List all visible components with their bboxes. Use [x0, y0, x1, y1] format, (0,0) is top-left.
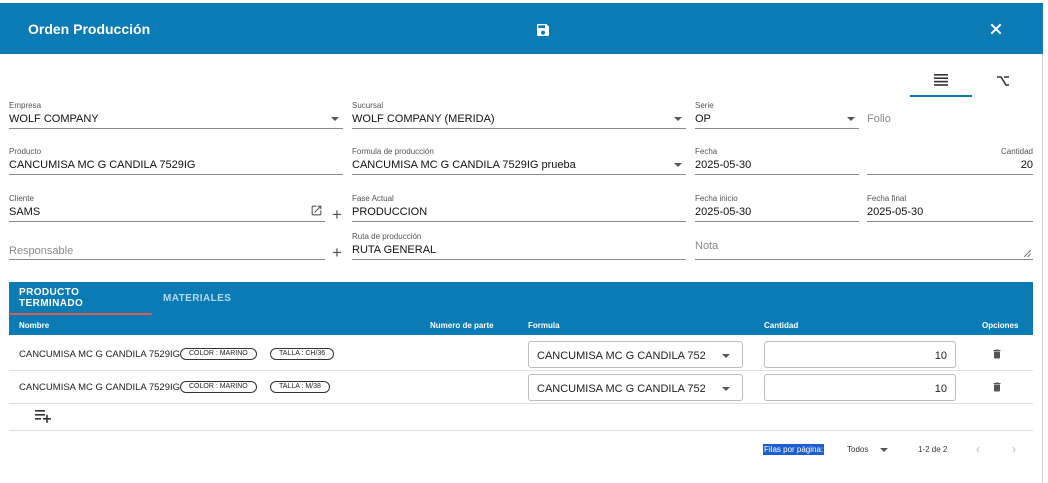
formula-select[interactable]: Formula de producción CANCUMISA MC G CAN…	[352, 147, 686, 181]
serie-select[interactable]: Serie OP	[695, 101, 859, 135]
chevron-down-icon[interactable]	[674, 117, 682, 121]
chevron-down-icon[interactable]	[722, 354, 730, 358]
variant-chip: TALLA : CH/36	[270, 348, 335, 360]
producto-label: Producto	[9, 147, 42, 156]
branch-icon	[997, 76, 1009, 86]
row-formula-value: CANCUMISA MC G CANDILA 7529IG prueba	[537, 383, 705, 395]
cliente-label: Cliente	[9, 194, 34, 203]
nota-field[interactable]: Nota	[695, 232, 1033, 266]
col-formula: Formula	[528, 321, 560, 330]
dialog-title: Orden Producción	[28, 21, 151, 37]
save-icon[interactable]	[535, 22, 551, 38]
add-cliente-icon[interactable]: +	[332, 206, 342, 223]
col-numero-parte: Numero de parte	[430, 321, 494, 330]
serie-label: Serie	[695, 101, 714, 110]
fase-value: PRODUCCION	[352, 206, 428, 218]
cantidad-field[interactable]: Cantidad 20	[867, 147, 1033, 181]
row-cantidad-input[interactable]: 10	[764, 374, 956, 401]
chevron-down-icon[interactable]	[674, 163, 682, 167]
fecha-value: 2025-05-30	[695, 159, 752, 171]
tab-materiales[interactable]: MATERIALES	[153, 282, 241, 315]
production-order-dialog: Orden Producción Empresa WOLF COMPANY Su…	[0, 3, 1043, 483]
empresa-value: WOLF COMPANY	[9, 113, 99, 125]
trash-icon[interactable]	[991, 347, 1003, 361]
variant-chip: COLOR : MARINO	[180, 381, 257, 393]
prev-page-button[interactable]: ‹	[976, 442, 980, 456]
serie-value: OP	[695, 113, 711, 125]
table-row: CANCUMISA MC G CANDILA 7529IG COLOR : MA…	[9, 371, 1033, 404]
chevron-down-icon[interactable]	[880, 448, 888, 452]
table-row: CANCUMISA MC G CANDILA 7529IG COLOR : MA…	[9, 338, 1033, 371]
col-opciones: Opciones	[982, 321, 1019, 330]
fecha-final-value: 2025-05-30	[867, 206, 924, 218]
sucursal-select[interactable]: Sucursal WOLF COMPANY (MERIDA)	[352, 101, 686, 135]
row-product-name: CANCUMISA MC G CANDILA 7529IG	[19, 349, 181, 360]
add-responsable-icon[interactable]: +	[332, 244, 342, 261]
formula-value: CANCUMISA MC G CANDILA 7529IG prueba	[352, 159, 576, 171]
flow-view-tab[interactable]	[972, 65, 1034, 97]
tab-producto-terminado[interactable]: PRODUCTO TERMINADO	[9, 282, 152, 315]
fecha-field[interactable]: Fecha 2025-05-30	[695, 147, 859, 181]
ruta-label: Ruta de producción	[352, 232, 422, 241]
resize-handle-icon[interactable]	[1024, 250, 1031, 257]
fase-label: Fase Actual	[352, 194, 394, 203]
chevron-down-icon[interactable]	[847, 117, 855, 121]
rows-per-page-select[interactable]: Todos	[847, 445, 868, 454]
row-formula-select[interactable]: CANCUMISA MC G CANDILA 7529IG prueba	[528, 341, 743, 368]
ruta-field[interactable]: Ruta de producción RUTA GENERAL	[352, 232, 686, 266]
chevron-down-icon[interactable]	[331, 117, 339, 121]
col-nombre: Nombre	[19, 321, 50, 330]
producto-field[interactable]: Producto CANCUMISA MC G CANDILA 7529IG	[9, 147, 343, 181]
table-footer: Filas por página: Todos 1-2 de 2 ‹ ›	[9, 440, 1033, 462]
folio-placeholder: Folio	[867, 113, 891, 125]
fecha-inicio-value: 2025-05-30	[695, 206, 752, 218]
cantidad-value: 20	[1020, 159, 1033, 171]
formula-label: Formula de producción	[352, 147, 434, 156]
fecha-inicio-field[interactable]: Fecha inicio 2025-05-30	[695, 194, 859, 228]
open-in-new-icon[interactable]	[310, 204, 323, 217]
empresa-select[interactable]: Empresa WOLF COMPANY	[9, 101, 343, 135]
sucursal-label: Sucursal	[352, 101, 384, 110]
cantidad-label: Cantidad	[1000, 147, 1033, 156]
producto-value: CANCUMISA MC G CANDILA 7529IG	[9, 159, 196, 171]
folio-field[interactable]: Folio	[867, 101, 1033, 135]
next-page-button[interactable]: ›	[1012, 442, 1016, 456]
empresa-label: Empresa	[9, 101, 42, 110]
row-cantidad-value: 10	[934, 350, 947, 362]
row-product-name: CANCUMISA MC G CANDILA 7529IG	[19, 382, 181, 393]
pagination-range: 1-2 de 2	[918, 445, 948, 454]
sucursal-value: WOLF COMPANY (MERIDA)	[352, 113, 495, 125]
cliente-value: SAMS	[9, 206, 41, 218]
ruta-value: RUTA GENERAL	[352, 244, 437, 256]
responsable-field[interactable]: Responsable	[9, 232, 325, 266]
trash-icon[interactable]	[991, 380, 1003, 394]
row-cantidad-input[interactable]: 10	[764, 341, 956, 368]
list-view-icon	[934, 74, 948, 86]
table-header: Nombre Numero de parte Formula Cantidad …	[9, 315, 1033, 335]
fase-field[interactable]: Fase Actual PRODUCCION	[352, 194, 686, 228]
nota-placeholder: Nota	[695, 240, 719, 252]
cliente-field[interactable]: Cliente SAMS	[9, 194, 325, 228]
playlist-add-icon[interactable]	[35, 409, 51, 423]
fecha-final-label: Fecha final	[867, 194, 907, 203]
responsable-placeholder: Responsable	[9, 245, 74, 257]
rows-per-page-label: Filas por página:	[763, 444, 825, 455]
close-icon[interactable]	[988, 21, 1004, 37]
fecha-inicio-label: Fecha inicio	[695, 194, 738, 203]
variant-chip: TALLA : M/38	[270, 381, 330, 393]
row-cantidad-value: 10	[934, 383, 947, 395]
products-card: PRODUCTO TERMINADO MATERIALES Nombre Num…	[9, 282, 1033, 478]
fecha-final-field[interactable]: Fecha final 2025-05-30	[867, 194, 1033, 228]
row-formula-select[interactable]: CANCUMISA MC G CANDILA 7529IG prueba	[528, 374, 743, 401]
row-formula-value: CANCUMISA MC G CANDILA 7529IG prueba	[537, 350, 705, 362]
product-tabs: PRODUCTO TERMINADO MATERIALES	[9, 282, 1033, 315]
col-cantidad: Cantidad	[764, 321, 799, 330]
list-view-tab[interactable]	[910, 65, 972, 97]
dialog-header: Orden Producción	[0, 3, 1043, 54]
chevron-down-icon[interactable]	[722, 387, 730, 391]
fecha-label: Fecha	[695, 147, 718, 156]
variant-chip: COLOR : MARINO	[180, 348, 257, 360]
